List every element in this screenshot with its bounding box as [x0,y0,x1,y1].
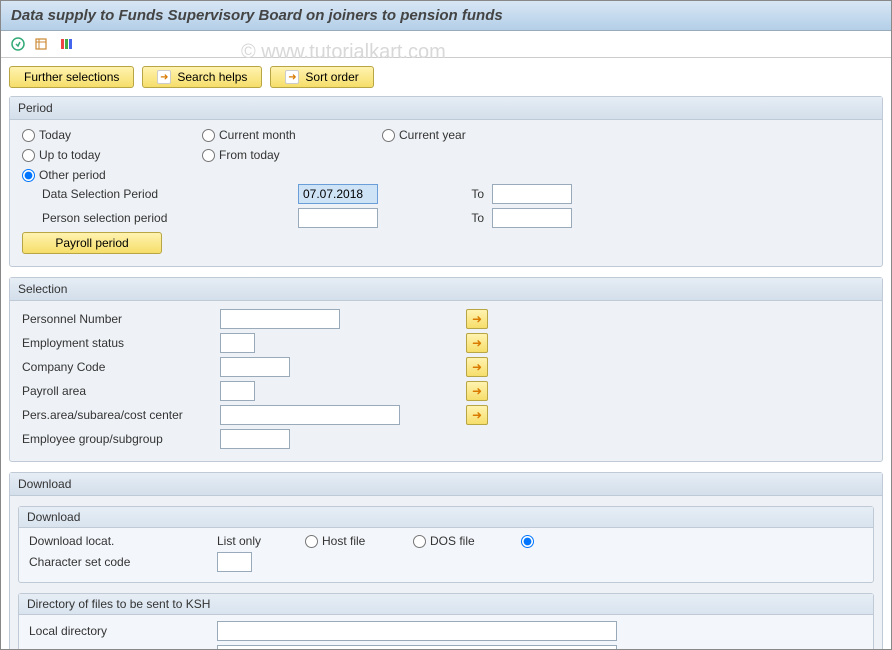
radio-dos-file[interactable]: DOS file [413,534,513,548]
employment-status-label: Employment status [22,336,212,350]
radio-up-to-today-input[interactable] [22,149,35,162]
payroll-period-label: Payroll period [55,236,128,250]
radio-current-month-label: Current month [219,128,296,142]
person-selection-label: Person selection period [42,211,192,225]
radio-host-file-input[interactable] [305,535,318,548]
employee-group-input[interactable] [220,429,290,449]
list-only-label: List only [217,534,297,548]
sort-order-button[interactable]: ➜ Sort order [270,66,373,88]
download-subgroup: Download Download locat. List only Host … [18,506,874,583]
radio-from-today-input[interactable] [202,149,215,162]
payroll-period-button[interactable]: Payroll period [22,232,162,254]
data-selection-from[interactable] [298,184,378,204]
arrow-right-icon: ➜ [157,70,171,84]
radio-up-to-today-label: Up to today [39,148,100,162]
radio-other-period-label: Other period [39,168,106,182]
period-group: Period Today Current month Current year [9,96,883,267]
radio-current-year[interactable]: Current year [382,128,502,142]
personnel-number-more[interactable]: ➜ [466,309,488,329]
sort-order-label: Sort order [305,70,358,84]
payroll-area-more[interactable]: ➜ [466,381,488,401]
search-helps-button[interactable]: ➜ Search helps [142,66,262,88]
radio-current-year-input[interactable] [382,129,395,142]
radio-other-period-input[interactable] [22,169,35,182]
download-group: Download Download Download locat. List o… [9,472,883,650]
company-code-more[interactable]: ➜ [466,357,488,377]
personnel-number-label: Personnel Number [22,312,212,326]
radio-host-file[interactable]: Host file [305,534,405,548]
radio-from-today[interactable]: From today [202,148,322,162]
download-subtitle: Download [19,507,873,528]
period-title: Period [10,97,882,120]
further-selections-button[interactable]: Further selections [9,66,134,88]
local-dir-label: Local directory [29,624,209,638]
download-title: Download [10,473,882,496]
variant-icon[interactable] [33,35,51,53]
char-set-label: Character set code [29,555,209,569]
radio-other-period[interactable]: Other period [22,168,142,182]
radio-dos-file-input[interactable] [413,535,426,548]
radio-today-label: Today [39,128,71,142]
radio-today-input[interactable] [22,129,35,142]
radio-up-to-today[interactable]: Up to today [22,148,142,162]
data-selection-label: Data Selection Period [42,187,192,201]
top-button-row: Further selections ➜ Search helps ➜ Sort… [9,66,883,88]
radio-dos-file-label: DOS file [430,534,475,548]
person-selection-to[interactable] [492,208,572,228]
directory-title: Directory of files to be sent to KSH [19,594,873,615]
pers-area-label: Pers.area/subarea/cost center [22,408,212,422]
search-helps-label: Search helps [177,70,247,84]
char-set-input[interactable] [217,552,252,572]
employment-status-input[interactable] [220,333,255,353]
arrow-right-icon: ➜ [285,70,299,84]
payroll-area-input[interactable] [220,381,255,401]
radio-today[interactable]: Today [22,128,142,142]
selection-title: Selection [10,278,882,301]
personnel-number-input[interactable] [220,309,340,329]
payroll-area-label: Payroll area [22,384,212,398]
radio-current-year-label: Current year [399,128,466,142]
company-code-label: Company Code [22,360,212,374]
person-selection-from[interactable] [298,208,378,228]
pers-area-more[interactable]: ➜ [466,405,488,425]
further-selections-label: Further selections [24,70,119,84]
radio-host-file-label: Host file [322,534,365,548]
app-toolbar [1,31,891,58]
to-label-2: To [454,211,484,225]
page-title: Data supply to Funds Supervisory Board o… [1,1,891,31]
pers-area-input[interactable] [220,405,400,425]
host-dir-input[interactable] [217,645,617,650]
download-locat-label: Download locat. [29,534,209,548]
data-selection-to[interactable] [492,184,572,204]
radio-dl-selected[interactable] [521,535,641,548]
radio-dl-selected-input[interactable] [521,535,534,548]
company-code-input[interactable] [220,357,290,377]
radio-current-month-input[interactable] [202,129,215,142]
to-label-1: To [454,187,484,201]
settings-icon[interactable] [57,35,75,53]
execute-icon[interactable] [9,35,27,53]
selection-group: Selection Personnel Number ➜ Employment … [9,277,883,462]
directory-subgroup: Directory of files to be sent to KSH Loc… [18,593,874,650]
radio-current-month[interactable]: Current month [202,128,322,142]
employee-group-label: Employee group/subgroup [22,432,212,446]
employment-status-more[interactable]: ➜ [466,333,488,353]
local-dir-input[interactable] [217,621,617,641]
radio-from-today-label: From today [219,148,280,162]
